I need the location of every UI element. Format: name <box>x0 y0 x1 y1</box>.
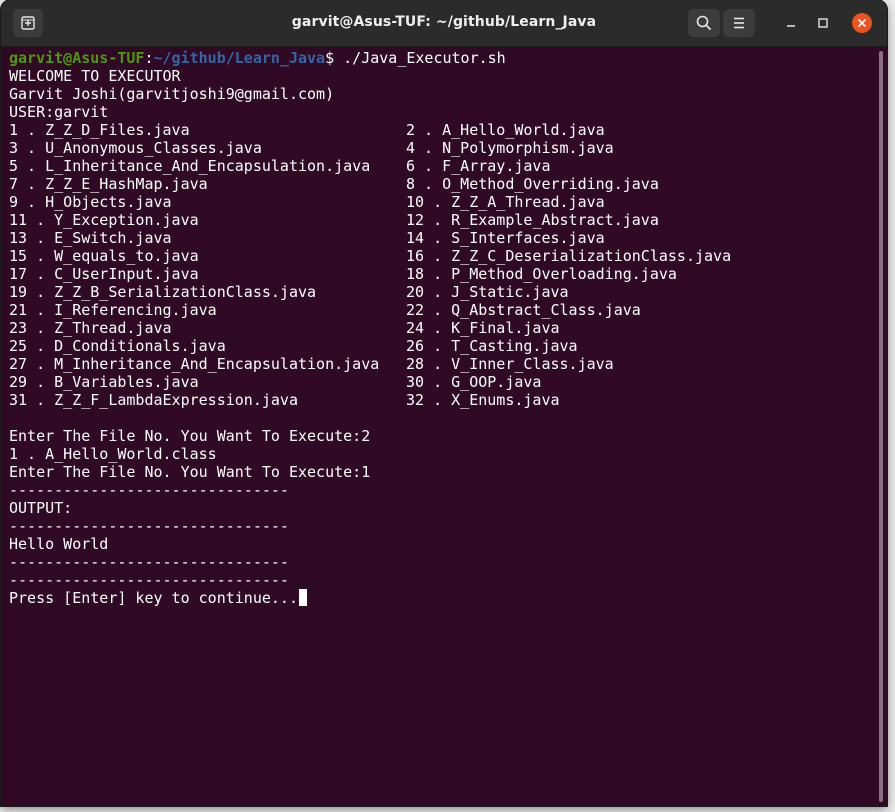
file-list-row: 17 . C_UserInput.java 18 . P_Method_Overl… <box>9 265 875 283</box>
file-entry: 1 . Z_Z_D_Files.java <box>9 121 190 139</box>
file-list-row: 3 . U_Anonymous_Classes.java 4 . N_Polymo… <box>9 139 875 157</box>
prompt-path: ~/github/Learn_Java <box>153 49 326 67</box>
file-entry: 30 . G_OOP.java <box>406 373 542 391</box>
file-entry: 23 . Z_Thread.java <box>9 319 172 337</box>
file-list-row: 19 . Z_Z_B_SerializationClass.java 20 . J… <box>9 283 875 301</box>
file-entry: 5 . L_Inheritance_And_Encapsulation.java <box>9 157 371 175</box>
file-entry: 11 . Y_Exception.java <box>9 211 199 229</box>
scrollbar[interactable] <box>875 47 887 806</box>
scrollbar-thumb[interactable] <box>879 51 883 802</box>
output-line: ------------------------------- <box>9 481 289 499</box>
file-entry: 9 . H_Objects.java <box>9 193 172 211</box>
output-line: 1 . A_Hello_World.class <box>9 445 217 463</box>
output-line: ------------------------------- <box>9 517 289 535</box>
prompt-symbol: $ <box>325 49 335 67</box>
file-entry: 20 . J_Static.java <box>406 283 569 301</box>
file-list-row: 7 . Z_Z_E_HashMap.java 8 . O_Method_Overr… <box>9 175 875 193</box>
file-list-row: 11 . Y_Exception.java 12 . R_Example_Abst… <box>9 211 875 229</box>
file-entry: 15 . W_equals_to.java <box>9 247 199 265</box>
minimize-button[interactable] <box>781 13 801 33</box>
close-icon <box>857 18 867 28</box>
output-line: Enter The File No. You Want To Execute:1 <box>9 463 371 481</box>
file-entry: 32 . X_Enums.java <box>406 391 560 409</box>
file-entry: 17 . C_UserInput.java <box>9 265 199 283</box>
menu-button[interactable] <box>723 9 755 37</box>
file-entry: 29 . B_Variables.java <box>9 373 199 391</box>
file-list-row: 25 . D_Conditionals.java 26 . T_Casting.j… <box>9 337 875 355</box>
file-entry: 3 . U_Anonymous_Classes.java <box>9 139 262 157</box>
terminal-output[interactable]: garvit@Asus-TUF:~/github/Learn_Java$ ./J… <box>1 47 875 806</box>
maximize-icon <box>818 18 828 28</box>
header-line: USER:garvit <box>9 103 109 121</box>
file-entry: 6 . F_Array.java <box>406 157 551 175</box>
minimize-icon <box>787 25 795 27</box>
file-list-row: 5 . L_Inheritance_And_Encapsulation.java… <box>9 157 875 175</box>
file-entry: 21 . I_Referencing.java <box>9 301 217 319</box>
prompt-separator: : <box>144 49 154 67</box>
file-entry: 4 . N_Polymorphism.java <box>406 139 614 157</box>
file-entry: 7 . Z_Z_E_HashMap.java <box>9 175 208 193</box>
output-line: ------------------------------- <box>9 553 289 571</box>
file-entry: 2 . A_Hello_World.java <box>406 121 605 139</box>
file-entry: 31 . Z_Z_F_LambdaExpression.java <box>9 391 298 409</box>
header-line: Garvit Joshi(garvitjoshi9@gmail.com) <box>9 85 335 103</box>
continue-prompt-line: Press [Enter] key to continue... <box>9 589 875 607</box>
desktop: garvit@Asus-TUF: ~/github/Learn_Java gar… <box>0 0 895 812</box>
file-list-row: 15 . W_equals_to.java 16 . Z_Z_C_Deserial… <box>9 247 875 265</box>
file-entry: 13 . E_Switch.java <box>9 229 172 247</box>
file-entry: 27 . M_Inheritance_And_Encapsulation.jav… <box>9 355 380 373</box>
terminal-lines: WELCOME TO EXECUTOR Garvit Joshi(garvitjo… <box>9 67 875 589</box>
text-cursor <box>298 589 307 606</box>
file-entry: 26 . T_Casting.java <box>406 337 578 355</box>
file-list-row: 13 . E_Switch.java 14 . S_Interfaces.java <box>9 229 875 247</box>
prompt-line: garvit@Asus-TUF:~/github/Learn_Java$ ./J… <box>9 49 875 67</box>
continue-prompt-text: Press [Enter] key to continue... <box>9 589 298 607</box>
file-entry: 12 . R_Example_Abstract.java <box>406 211 659 229</box>
file-list-row: 31 . Z_Z_F_LambdaExpression.java 32 . X_E… <box>9 391 875 409</box>
file-entry: 24 . K_Final.java <box>406 319 560 337</box>
file-list-row: 29 . B_Variables.java 30 . G_OOP.java <box>9 373 875 391</box>
file-entry: 16 . Z_Z_C_DeserializationClass.java <box>406 247 732 265</box>
output-line: ------------------------------- <box>9 571 289 589</box>
title-bar[interactable]: garvit@Asus-TUF: ~/github/Learn_Java <box>1 0 887 47</box>
prompt-command: ./Java_Executor.sh <box>334 49 506 67</box>
file-entry: 10 . Z_Z_A_Thread.java <box>406 193 605 211</box>
file-entry: 28 . V_Inner_Class.java <box>406 355 614 373</box>
output-line: OUTPUT: <box>9 499 73 517</box>
output-line: Enter The File No. You Want To Execute:2 <box>9 427 371 445</box>
output-line: Hello World <box>9 535 109 553</box>
hamburger-menu-icon <box>734 17 744 29</box>
maximize-button[interactable] <box>813 13 833 33</box>
prompt-user-host: garvit@Asus-TUF <box>9 49 145 67</box>
file-entry: 14 . S_Interfaces.java <box>406 229 605 247</box>
file-list-row: 1 . Z_Z_D_Files.java 2 . A_Hello_World.ja… <box>9 121 875 139</box>
file-entry: 22 . Q_Abstract_Class.java <box>406 301 641 319</box>
file-entry: 19 . Z_Z_B_SerializationClass.java <box>9 283 317 301</box>
file-entry: 25 . D_Conditionals.java <box>9 337 226 355</box>
file-list-row: 9 . H_Objects.java 10 . Z_Z_A_Thread.java <box>9 193 875 211</box>
file-list-row: 21 . I_Referencing.java 22 . Q_Abstract_C… <box>9 301 875 319</box>
file-list-row: 27 . M_Inheritance_And_Encapsulation.jav… <box>9 355 875 373</box>
file-entry: 18 . P_Method_Overloading.java <box>406 265 677 283</box>
terminal-window: garvit@Asus-TUF: ~/github/Learn_Java gar… <box>1 0 887 806</box>
close-button[interactable] <box>852 13 872 33</box>
file-entry: 8 . O_Method_Overriding.java <box>406 175 659 193</box>
header-line: WELCOME TO EXECUTOR <box>9 67 181 85</box>
file-list-row: 23 . Z_Thread.java 24 . K_Final.java <box>9 319 875 337</box>
search-icon <box>696 15 711 30</box>
search-button[interactable] <box>688 9 720 37</box>
